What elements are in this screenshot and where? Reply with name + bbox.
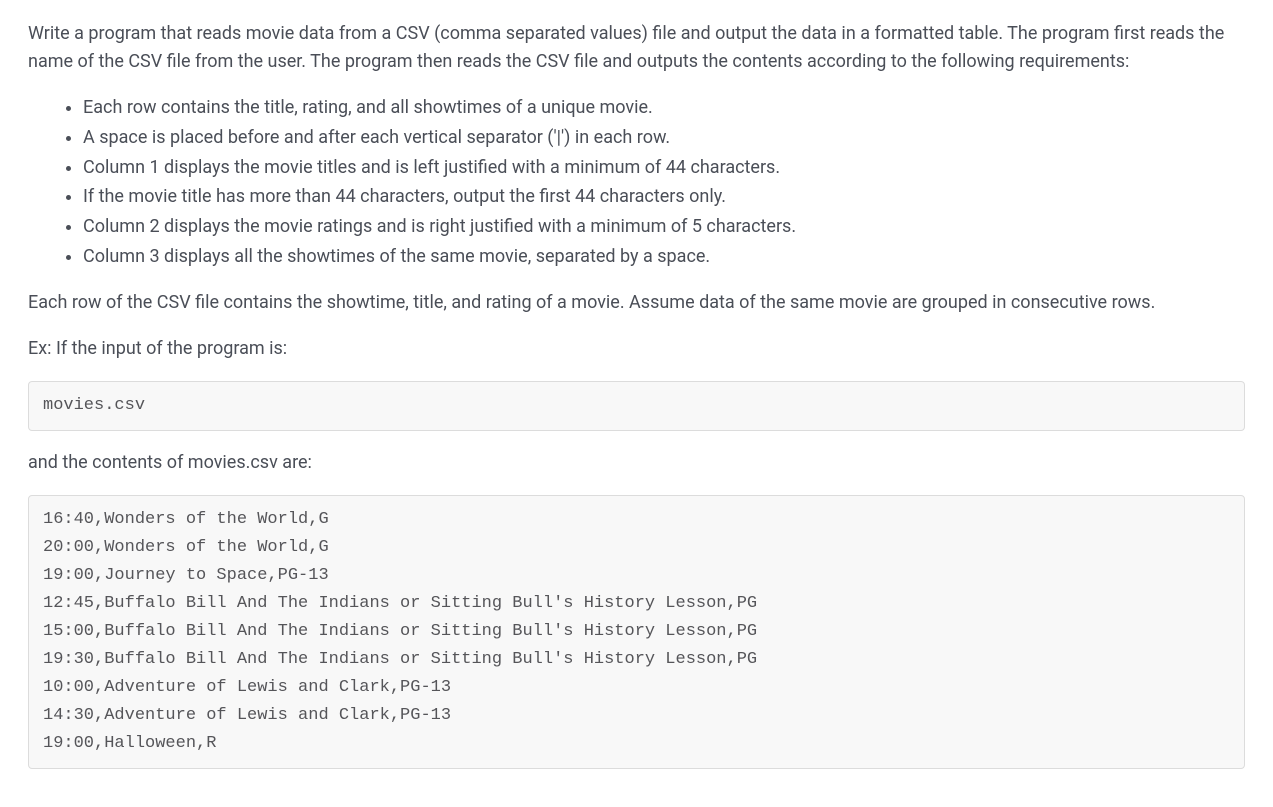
list-item: Column 1 displays the movie titles and i… <box>83 154 1245 182</box>
example-input-code: movies.csv <box>28 381 1245 431</box>
list-item: If the movie title has more than 44 char… <box>83 183 1245 211</box>
requirements-list: Each row contains the title, rating, and… <box>28 94 1245 271</box>
list-item: A space is placed before and after each … <box>83 124 1245 152</box>
csv-row-description: Each row of the CSV file contains the sh… <box>28 289 1245 317</box>
example-input-label: Ex: If the input of the program is: <box>28 335 1245 363</box>
list-item: Column 2 displays the movie ratings and … <box>83 213 1245 241</box>
list-item: Each row contains the title, rating, and… <box>83 94 1245 122</box>
intro-paragraph: Write a program that reads movie data fr… <box>28 20 1245 76</box>
list-item: Column 3 displays all the showtimes of t… <box>83 243 1245 271</box>
csv-contents-label: and the contents of movies.csv are: <box>28 449 1245 477</box>
csv-contents-code: 16:40,Wonders of the World,G 20:00,Wonde… <box>28 495 1245 769</box>
